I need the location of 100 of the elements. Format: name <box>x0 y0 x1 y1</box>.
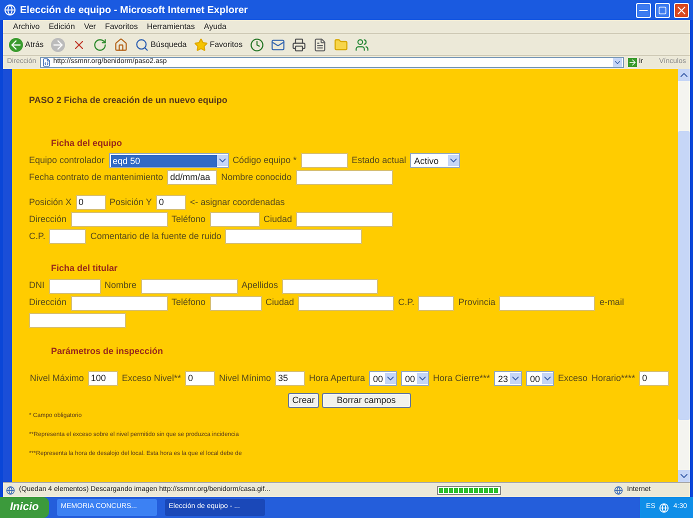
forward-icon[interactable] <box>50 38 65 52</box>
home-icon[interactable] <box>114 38 128 52</box>
input-field[interactable] <box>296 170 393 185</box>
menu-item[interactable]: Herramientas <box>146 20 195 32</box>
input-field[interactable] <box>70 212 168 227</box>
input-field[interactable] <box>296 212 394 227</box>
input-field[interactable] <box>70 296 168 310</box>
browser-icon <box>4 4 16 16</box>
start-button[interactable]: Inicio <box>0 497 49 518</box>
field-label: Nivel Máximo <box>30 372 84 385</box>
input-field[interactable] <box>49 229 86 244</box>
dropdown[interactable]: eqd 50 <box>108 153 229 168</box>
dropdown-value: 00 <box>372 372 384 384</box>
input-field[interactable] <box>225 229 362 244</box>
input-field[interactable] <box>282 278 378 294</box>
field-label: Hora Apertura <box>308 372 365 385</box>
printer-icon[interactable] <box>292 38 306 52</box>
dropdown[interactable]: 00 <box>369 371 397 386</box>
field-label: Ciudad <box>264 212 292 226</box>
input-field[interactable] <box>418 296 454 310</box>
input-field[interactable] <box>210 296 262 310</box>
field-label: e-mail <box>599 296 624 310</box>
history-icon[interactable] <box>250 38 264 52</box>
menu-item[interactable]: Archivo <box>13 20 40 32</box>
folder-icon[interactable] <box>334 38 348 52</box>
search-icon <box>134 38 149 52</box>
field-label: Posición Y <box>110 196 152 209</box>
dropdown-value: 23 <box>497 372 510 384</box>
refresh-icon[interactable] <box>92 38 107 52</box>
toolbar-button[interactable]: Atrás <box>9 38 44 52</box>
scroll-thumb[interactable] <box>678 131 690 420</box>
scroll-down-icon[interactable] <box>678 470 690 482</box>
menu-item[interactable]: Favoritos <box>104 20 138 32</box>
document-icon[interactable] <box>312 38 327 52</box>
field-label: Dirección <box>29 296 67 310</box>
scrollbar[interactable] <box>678 69 690 482</box>
toolbar-button[interactable]: Favoritos <box>194 38 243 52</box>
field-label: Provincia <box>458 296 496 310</box>
star-icon <box>194 38 208 52</box>
minimize-icon[interactable] <box>636 2 651 18</box>
field-label: Nombre conocido <box>221 170 292 184</box>
field-label: Teléfono <box>172 212 206 226</box>
field-label: C.P. <box>29 230 46 243</box>
field-label: Apellidos <box>242 279 278 292</box>
field-label: <- asignar coordenadas <box>190 196 285 209</box>
input-field[interactable] <box>298 296 394 310</box>
input-field[interactable] <box>29 312 126 328</box>
people-icon[interactable] <box>354 38 369 52</box>
input-field[interactable] <box>499 296 596 310</box>
form-button[interactable]: Borrar campos <box>322 393 411 408</box>
field-label: Ciudad <box>266 296 294 310</box>
field-label: Estado actual <box>352 154 406 167</box>
globe-icon <box>614 486 623 494</box>
field-label: Posición X <box>29 196 72 209</box>
input-field[interactable]: dd/mm/aa <box>167 170 218 185</box>
dropdown-value: Activo <box>413 154 440 166</box>
input-field[interactable]: 0 <box>156 195 186 210</box>
scroll-up-icon[interactable] <box>678 69 690 81</box>
input-field[interactable]: 0 <box>184 371 215 386</box>
input-field[interactable]: 35 <box>274 371 305 386</box>
dropdown-arrow-icon[interactable] <box>612 58 622 67</box>
section-title: Ficha del titular <box>51 262 119 275</box>
maximize-icon[interactable] <box>655 2 670 18</box>
field-label: Horario**** <box>592 372 636 385</box>
menu-item[interactable]: Ver <box>84 20 96 32</box>
mail-icon[interactable] <box>270 38 285 52</box>
input-field[interactable]: 100 <box>88 371 118 386</box>
input-field[interactable]: 0 <box>76 195 106 210</box>
close-icon[interactable] <box>674 2 689 18</box>
network-icon[interactable] <box>659 502 670 512</box>
page-icon <box>6 486 15 494</box>
section-title: Ficha del equipo <box>51 136 124 150</box>
toolbar-button[interactable]: Búsqueda <box>134 38 187 52</box>
dropdown-value: 00 <box>404 372 416 384</box>
dropdown[interactable]: Activo <box>410 153 460 168</box>
field-label: Hora Cierre*** <box>433 372 490 385</box>
dropdown-value: eqd 50 <box>110 154 217 166</box>
field-label: Nivel Mínimo <box>218 372 271 385</box>
input-field[interactable] <box>140 278 238 294</box>
input-field[interactable] <box>48 278 100 294</box>
field-label: Exceso <box>558 372 588 385</box>
section-title: Parámetros de inspección <box>51 344 164 358</box>
input-field[interactable]: 0 <box>639 371 670 386</box>
input-field[interactable] <box>300 153 348 168</box>
form-button[interactable]: Crear <box>288 393 319 408</box>
dropdown[interactable]: 23 <box>494 371 522 386</box>
back-icon <box>9 38 23 52</box>
page-heading: PASO 2 Ficha de creación de un nuevo equipo <box>29 94 228 107</box>
field-label: C.P. <box>398 296 414 310</box>
menu-item[interactable]: Ayuda <box>204 20 226 32</box>
dropdown-value: 00 <box>529 372 542 384</box>
window-title: Elección de equipo - Microsoft Internet Explorer <box>20 4 249 18</box>
field-label: Código equipo * <box>232 154 297 167</box>
input-field[interactable] <box>210 212 260 227</box>
dropdown[interactable]: 00 <box>401 371 429 386</box>
menu-item[interactable]: Edición <box>48 20 75 32</box>
field-label: Nombre <box>104 279 137 292</box>
field-label: DNI <box>29 279 44 292</box>
field-label: Exceso Nivel** <box>122 372 181 385</box>
dropdown[interactable]: 00 <box>526 371 554 386</box>
